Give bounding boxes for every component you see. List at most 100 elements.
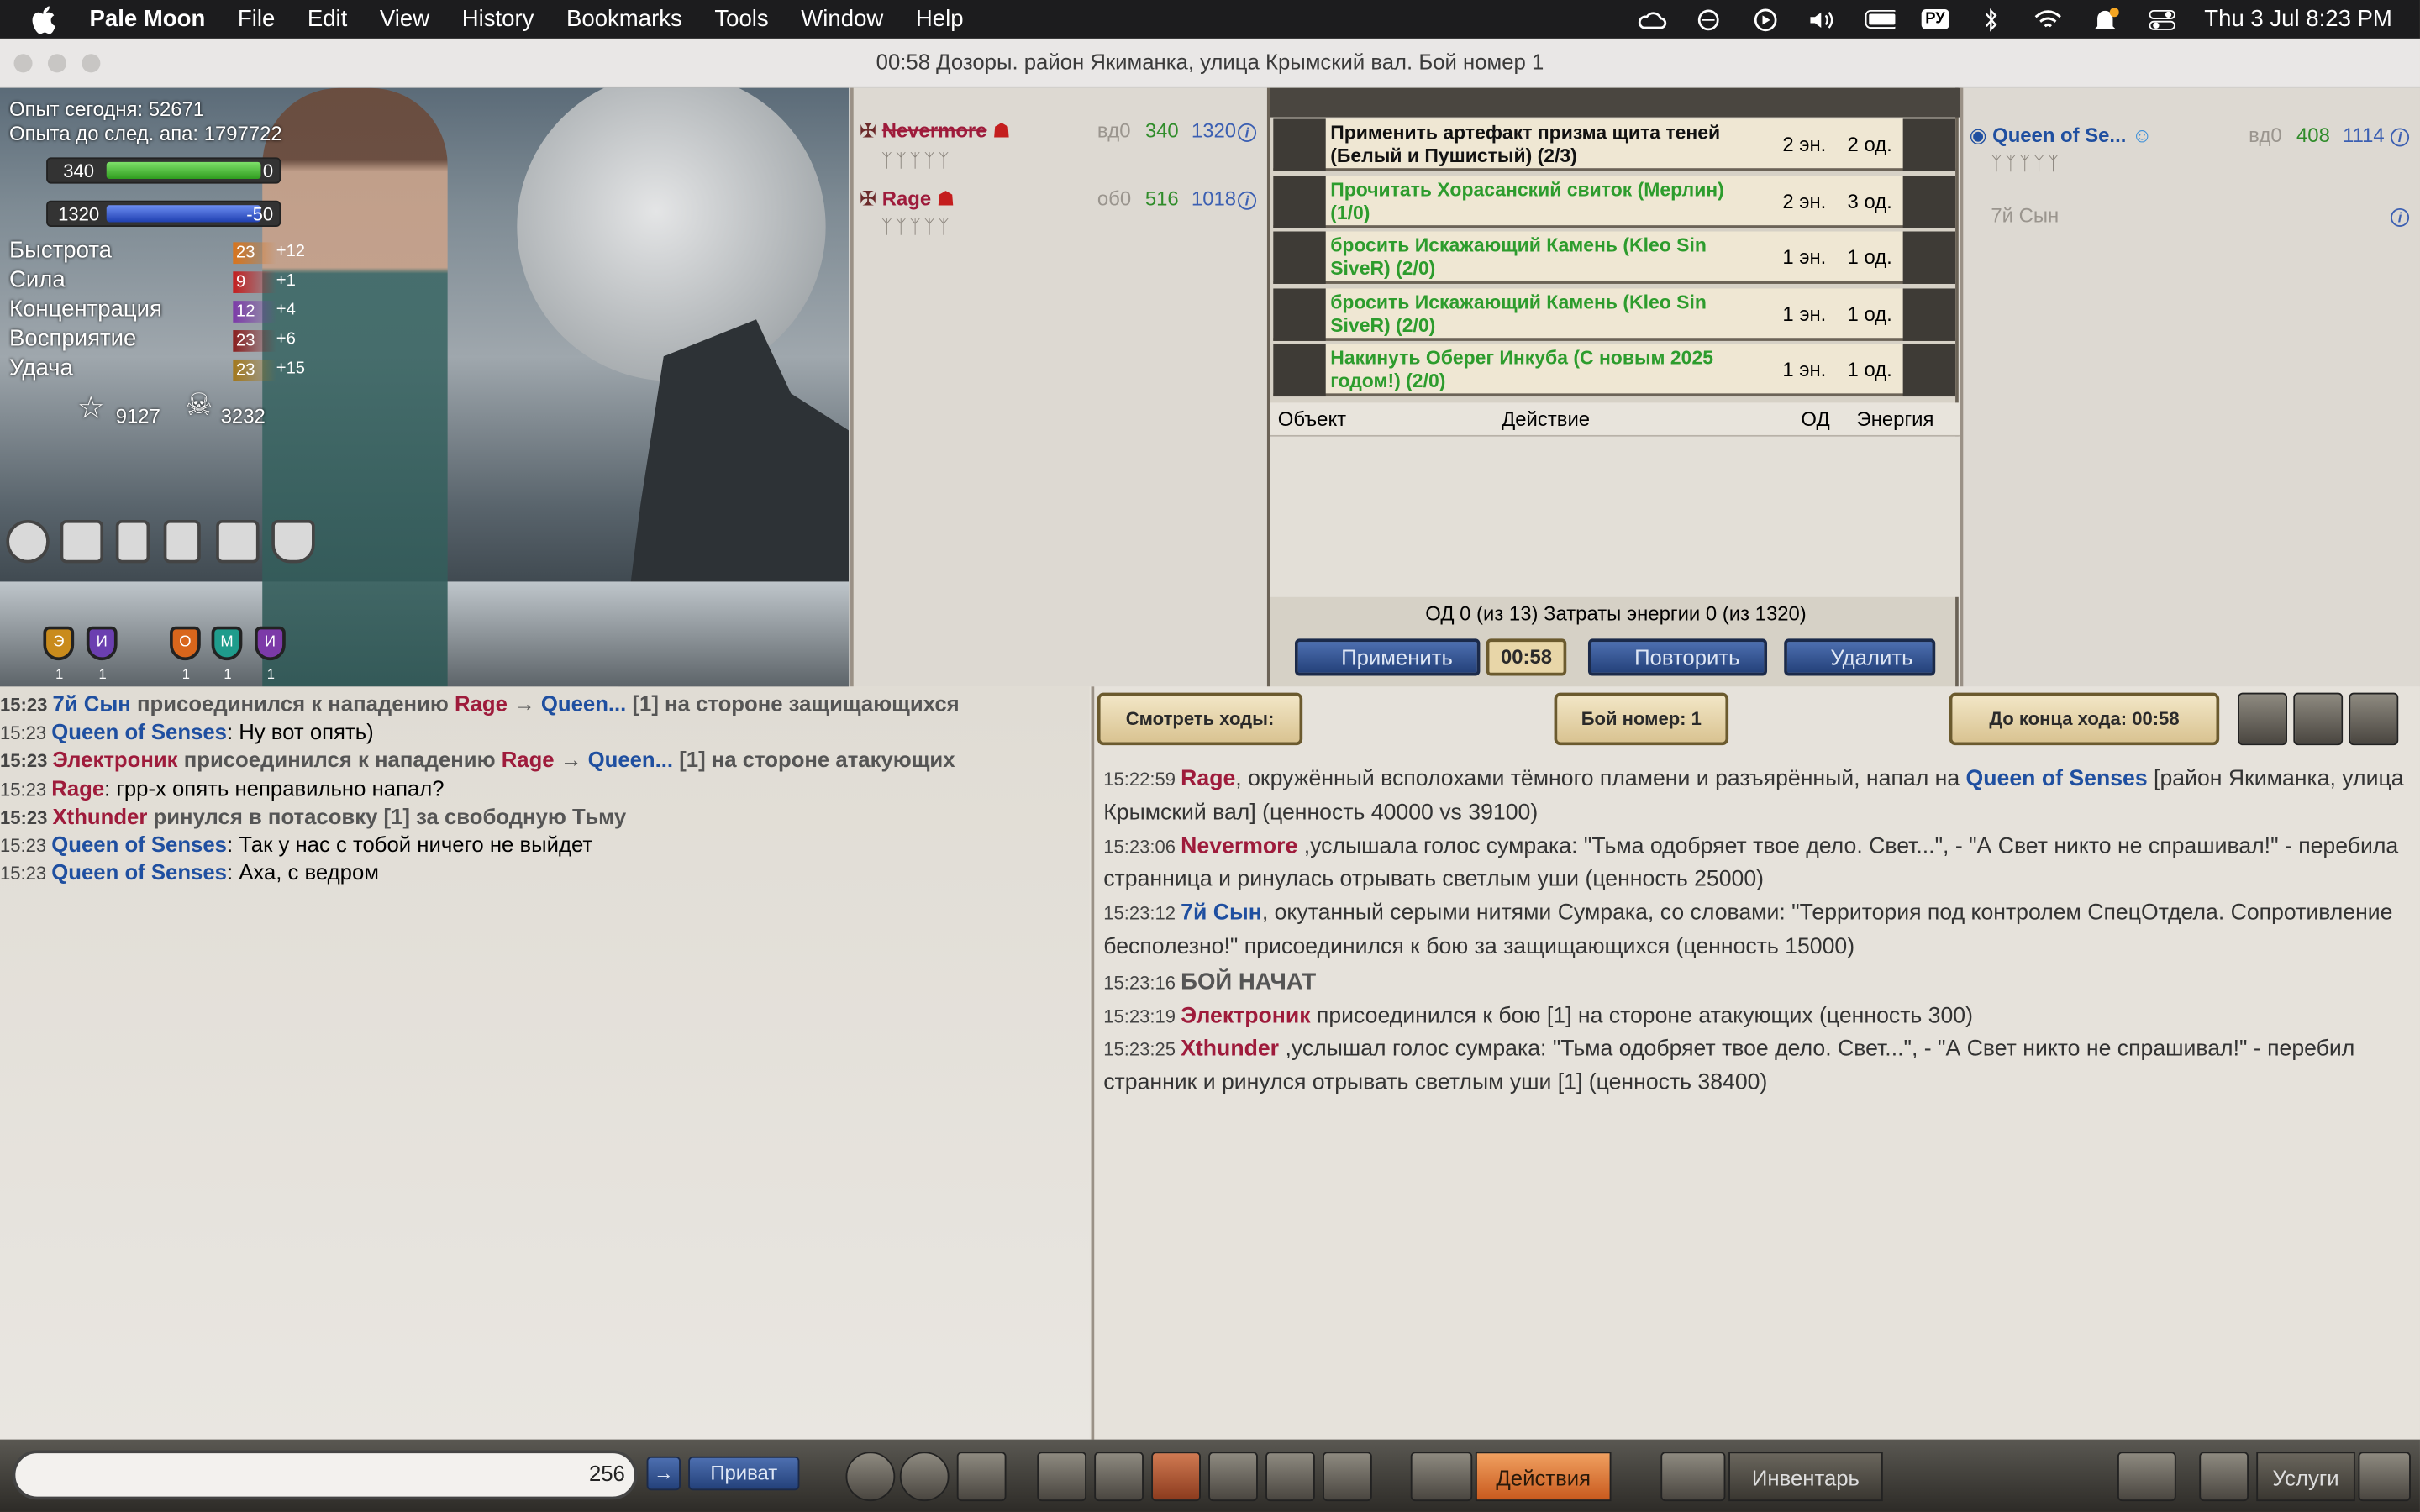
menu-help[interactable]: Help bbox=[916, 6, 964, 32]
play-icon[interactable] bbox=[1749, 7, 1781, 31]
player-name[interactable]: Rage bbox=[502, 748, 555, 772]
menu-tools[interactable]: Tools bbox=[714, 6, 768, 32]
menu-window[interactable]: Window bbox=[801, 6, 883, 32]
private-button[interactable]: Приват bbox=[688, 1456, 800, 1491]
player-name[interactable]: Электроник bbox=[53, 748, 178, 772]
mail-icon[interactable] bbox=[1151, 1452, 1201, 1502]
scroll-icon[interactable] bbox=[2293, 692, 2344, 746]
info-icon[interactable]: i bbox=[1238, 118, 1257, 142]
defender-name[interactable]: Queen of Se... bbox=[1992, 123, 2126, 147]
player-name[interactable]: Queen of Senses bbox=[51, 719, 227, 743]
attacker-row[interactable]: ✠ Nevermore ☗ bbox=[860, 118, 1011, 143]
watch-turns-button[interactable]: Смотреть ходы: bbox=[1097, 692, 1303, 746]
player-name[interactable]: 7й Сын bbox=[1181, 901, 1262, 926]
player-name[interactable]: Rage bbox=[455, 691, 508, 716]
battery-icon[interactable] bbox=[1864, 7, 1895, 31]
repeat-button[interactable]: Повторить bbox=[1587, 638, 1768, 676]
action-text[interactable]: Накинуть Оберег Инкуба (С новым 2025 год… bbox=[1330, 347, 1765, 393]
menu-view[interactable]: View bbox=[380, 6, 429, 32]
wallet-icon[interactable] bbox=[60, 519, 104, 564]
action-row[interactable]: Прочитать Хорасанский свиток (Мерлин) (1… bbox=[1273, 175, 1956, 228]
action-text[interactable]: бросить Искажающий Камень (Kleo Sin Sive… bbox=[1330, 234, 1765, 281]
clan-shield-icon[interactable]: М bbox=[211, 626, 243, 661]
walk-icon[interactable] bbox=[1037, 1452, 1087, 1502]
tab-actions[interactable]: Действия bbox=[1475, 1452, 1612, 1502]
menu-file[interactable]: File bbox=[238, 6, 275, 32]
spells-icon[interactable] bbox=[1094, 1452, 1144, 1502]
player-name[interactable]: Queen... bbox=[541, 691, 626, 716]
clock[interactable]: Thu 3 Jul 8:23 PM bbox=[2204, 6, 2392, 32]
tab-services[interactable]: Услуги bbox=[2256, 1452, 2355, 1502]
hourglass-icon[interactable] bbox=[115, 519, 150, 564]
cloud-status-icon[interactable] bbox=[1635, 7, 1666, 31]
player-name[interactable]: Nevermore bbox=[1181, 834, 1297, 858]
layers-icon[interactable] bbox=[1323, 1452, 1372, 1502]
document-icon[interactable] bbox=[163, 519, 201, 564]
log-text: , окутанный серыми нитями Сумрака, со сл… bbox=[1103, 900, 2393, 960]
input-language-indicator[interactable]: РУ bbox=[1920, 9, 1950, 29]
menu-edit[interactable]: Edit bbox=[308, 6, 347, 32]
tutorial-icon[interactable] bbox=[6, 519, 50, 564]
bluetooth-icon[interactable] bbox=[1975, 7, 2007, 31]
clan-shield-icon[interactable]: О bbox=[170, 626, 201, 661]
player-name[interactable]: 7й Сын bbox=[53, 691, 131, 716]
clan-shield-icon[interactable]: И bbox=[86, 626, 118, 661]
menu-bookmarks[interactable]: Bookmarks bbox=[566, 6, 682, 32]
info-icon[interactable]: i bbox=[2391, 123, 2410, 147]
player-name[interactable]: Queen of Senses bbox=[51, 859, 227, 884]
attacker-row[interactable]: ✠ Rage ☗ bbox=[860, 186, 955, 211]
notes-icon[interactable] bbox=[956, 1452, 1007, 1502]
player-name[interactable]: Queen of Senses bbox=[1966, 767, 2148, 791]
defender-name[interactable]: 7й Сын bbox=[1991, 203, 2059, 227]
money-icon[interactable] bbox=[2349, 692, 2399, 746]
player-name[interactable]: Queen... bbox=[588, 748, 673, 772]
magic-wand-icon[interactable] bbox=[2117, 1452, 2176, 1502]
armor-icon[interactable] bbox=[2238, 692, 2287, 746]
tab-inventory[interactable]: Инвентарь bbox=[1728, 1452, 1883, 1502]
action-text[interactable]: Прочитать Хорасанский свиток (Мерлин) (1… bbox=[1330, 178, 1765, 224]
clan-shield-icon[interactable]: И bbox=[255, 626, 286, 661]
sync-icon[interactable] bbox=[1692, 7, 1723, 31]
player-name[interactable]: Rage bbox=[1181, 767, 1235, 791]
clan-shield-icon[interactable]: Э bbox=[43, 626, 75, 661]
player-name[interactable]: Электроник bbox=[1181, 1004, 1310, 1028]
defender-row[interactable]: ◉ Queen of Se... ☺ bbox=[1970, 123, 2153, 148]
player-name[interactable]: Xthunder bbox=[1181, 1037, 1279, 1062]
delete-button[interactable]: Удалить bbox=[1784, 638, 1936, 676]
trophy-icon[interactable] bbox=[271, 519, 315, 564]
player-name[interactable]: Xthunder bbox=[53, 804, 148, 828]
info-icon[interactable]: i bbox=[1238, 186, 1257, 210]
menu-history[interactable]: History bbox=[462, 6, 534, 32]
player-name[interactable]: Rage bbox=[51, 775, 104, 800]
alert-icon[interactable] bbox=[899, 1452, 950, 1502]
chat-input[interactable]: 256 bbox=[12, 1450, 638, 1500]
attacker-name[interactable]: Rage bbox=[882, 186, 931, 210]
action-text[interactable]: Применить артефакт призма щита теней (Бе… bbox=[1330, 122, 1765, 168]
turn-end-timer: До конца хода: 00:58 bbox=[1949, 692, 2220, 746]
clan-icon[interactable] bbox=[1265, 1452, 1315, 1502]
notification-icon[interactable] bbox=[2090, 7, 2121, 31]
smiley-icon[interactable] bbox=[845, 1452, 896, 1502]
tools-icon[interactable] bbox=[216, 519, 260, 564]
wifi-icon[interactable] bbox=[2033, 7, 2064, 31]
actions-hand-icon[interactable] bbox=[1410, 1452, 1473, 1502]
action-row[interactable]: Применить артефакт призма щита теней (Бе… bbox=[1273, 118, 1956, 171]
action-row[interactable]: Накинуть Оберег Инкуба (С новым 2025 год… bbox=[1273, 344, 1956, 397]
info-icon[interactable]: i bbox=[2391, 203, 2410, 227]
action-text[interactable]: бросить Искажающий Камень (Kleo Sin Sive… bbox=[1330, 291, 1765, 337]
group-icon[interactable] bbox=[1208, 1452, 1258, 1502]
inventory-icon[interactable] bbox=[1660, 1452, 1726, 1502]
player-name[interactable]: Queen of Senses bbox=[51, 832, 227, 856]
action-row[interactable]: бросить Искажающий Камень (Kleo Sin Sive… bbox=[1273, 287, 1956, 340]
hammer-icon[interactable] bbox=[2358, 1452, 2411, 1502]
send-arrow-button[interactable]: → bbox=[646, 1456, 681, 1491]
control-center-icon[interactable] bbox=[2147, 7, 2178, 31]
dark-side-icon: ☗ bbox=[992, 118, 1011, 142]
apple-icon[interactable] bbox=[31, 5, 65, 34]
action-row[interactable]: бросить Искажающий Камень (Kleo Sin Sive… bbox=[1273, 231, 1956, 284]
volume-icon[interactable] bbox=[1807, 7, 1838, 31]
services-tool-icon[interactable] bbox=[2199, 1452, 2249, 1502]
attacker-name[interactable]: Nevermore bbox=[882, 118, 987, 142]
apply-button[interactable]: Применить bbox=[1294, 638, 1481, 676]
app-menu[interactable]: Pale Moon bbox=[90, 6, 206, 32]
